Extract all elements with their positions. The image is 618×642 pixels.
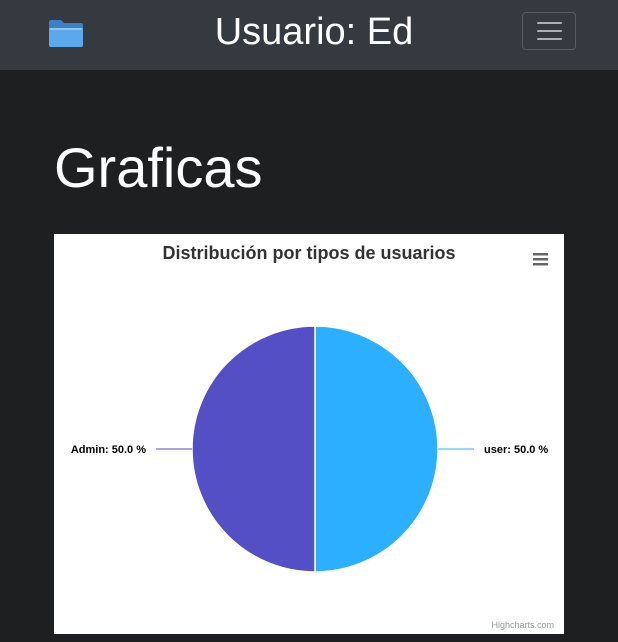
chart-container: Distribución por tipos de usuarios user:… xyxy=(54,234,564,634)
pie-slice-admin[interactable] xyxy=(191,325,316,573)
page-title: Graficas xyxy=(54,136,263,199)
chart-title: Distribución por tipos de usuarios xyxy=(162,243,455,263)
context-menu-icon[interactable] xyxy=(531,251,551,268)
credits-link[interactable]: Highcharts.com xyxy=(491,620,554,630)
data-label-admin: Admin: 50.0 % xyxy=(71,444,146,456)
navbar-toggler-button[interactable] xyxy=(522,12,576,50)
navbar: Usuario: Ed xyxy=(0,0,618,70)
pie-slice-user[interactable] xyxy=(314,325,439,573)
hamburger-menu-icon xyxy=(537,22,562,24)
pie-chart: Distribución por tipos de usuarios user:… xyxy=(71,243,554,630)
data-label-user: user: 50.0 % xyxy=(484,444,548,456)
